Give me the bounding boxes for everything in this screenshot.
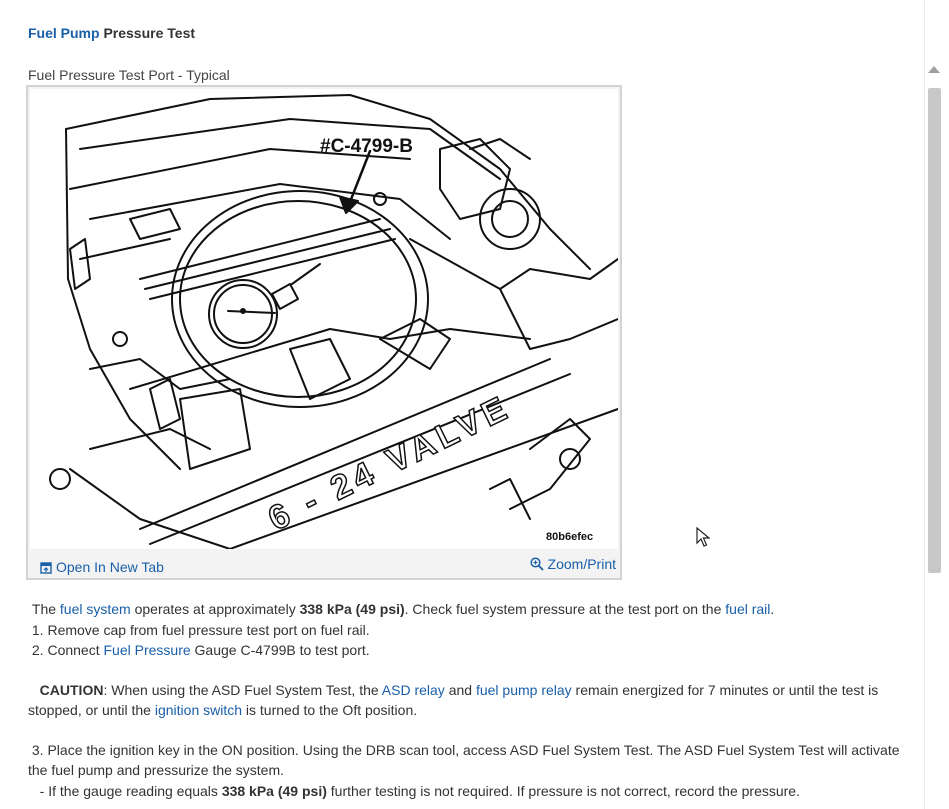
fuel-system-link[interactable]: fuel system <box>60 601 131 617</box>
open-in-new-tab-button[interactable]: Open In New Tab <box>40 559 164 575</box>
article-body: The fuel system operates at approximatel… <box>28 599 908 801</box>
mouse-pointer-icon <box>696 527 710 547</box>
fuel-rail-link[interactable]: fuel rail <box>725 601 770 617</box>
scrollbar-thumb[interactable] <box>928 88 941 573</box>
figure-panel: #C-4799-B 6 - 24 VALVE 80b6efec Open In … <box>26 85 622 580</box>
new-tab-icon <box>40 562 52 574</box>
scroll-up-arrow-icon[interactable] <box>928 66 940 73</box>
figure-reference-code: 80b6efec <box>546 531 594 543</box>
pressure-spec-2: 338 kPa (49 psi) <box>221 782 327 799</box>
step-3: 3. Place the ignition key in the ON posi… <box>28 741 900 779</box>
part-number-callout: #C-4799-B <box>320 136 413 157</box>
page-title-text: Pressure Test <box>99 25 196 41</box>
fuel-pump-relay-link[interactable]: fuel pump relay <box>476 682 572 698</box>
ignition-switch-link[interactable]: ignition switch <box>155 702 242 718</box>
figure-toolbar: Open In New Tab Zoom/Print <box>28 555 620 579</box>
open-in-new-tab-label: Open In New Tab <box>56 559 164 575</box>
engine-diagram-image[interactable]: #C-4799-B 6 - 24 VALVE 80b6efec <box>30 89 619 550</box>
step-1: 1. Remove cap from fuel pressure test po… <box>31 621 370 638</box>
fuel-pressure-link[interactable]: Fuel Pressure <box>104 642 191 658</box>
caution-paragraph: CAUTION: When using the ASD Fuel System … <box>28 681 879 719</box>
zoom-print-label: Zoom/Print <box>547 556 616 572</box>
caution-label: CAUTION <box>39 681 104 698</box>
zoom-print-button[interactable]: Zoom/Print <box>529 556 616 572</box>
figure-caption: Fuel Pressure Test Port - Typical <box>28 67 230 83</box>
step-2: 2. Connect Fuel Pressure Gauge C-4799B t… <box>31 642 370 658</box>
vertical-scrollbar[interactable] <box>924 0 949 809</box>
page-title: Fuel Pump Pressure Test <box>28 25 195 41</box>
step-3-bullet: - If the gauge reading equals 338 kPa (4… <box>39 782 800 799</box>
intro-paragraph: The fuel system operates at approximatel… <box>31 601 775 617</box>
zoom-in-icon <box>529 557 544 571</box>
asd-relay-link[interactable]: ASD relay <box>382 682 445 698</box>
fuel-pump-link[interactable]: Fuel Pump <box>28 25 100 41</box>
pressure-spec: 338 kPa (49 psi) <box>299 601 405 617</box>
